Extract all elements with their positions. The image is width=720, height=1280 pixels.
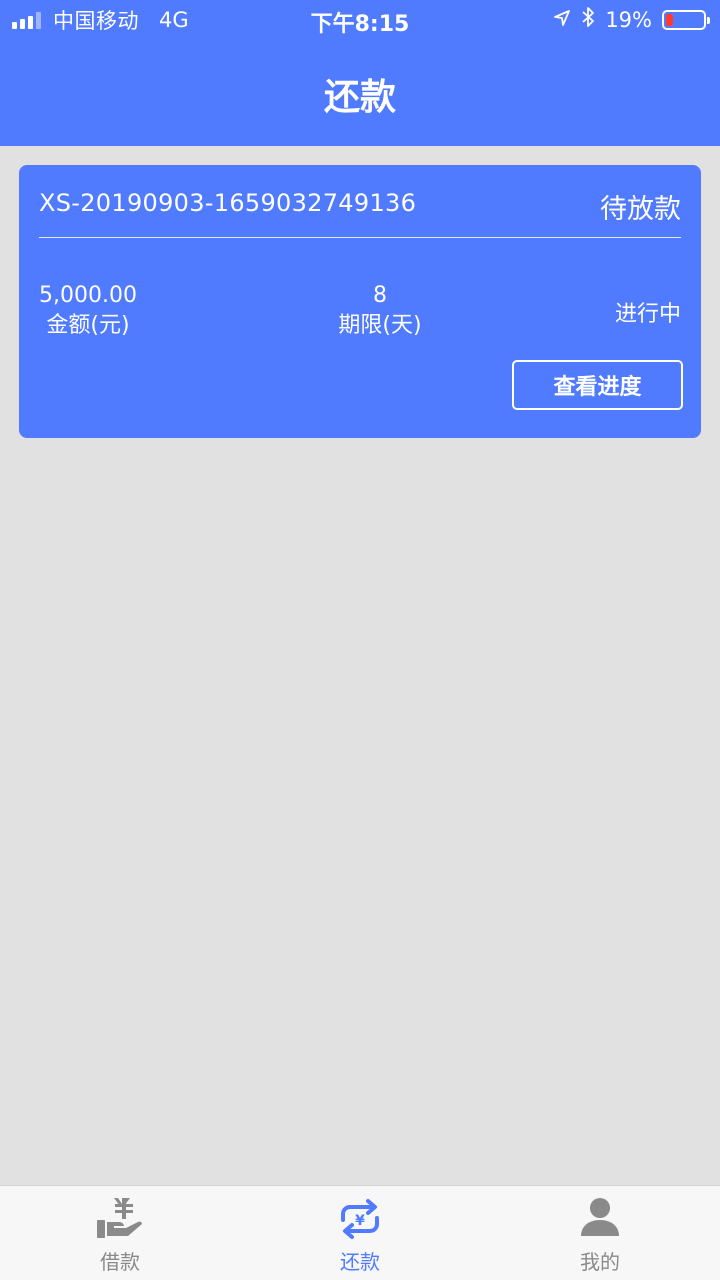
svg-text:¥: ¥ bbox=[355, 1213, 365, 1229]
battery-percent: 19% bbox=[605, 8, 652, 32]
term-value: 8 bbox=[373, 283, 387, 308]
bluetooth-icon bbox=[581, 6, 595, 34]
battery-icon bbox=[662, 10, 710, 30]
term-label: 期限(天) bbox=[338, 313, 422, 338]
status-bar: 中国移动 4G 下午8:15 19% bbox=[0, 0, 720, 40]
loan-status: 待放款 bbox=[600, 194, 681, 225]
status-right: 19% bbox=[553, 6, 710, 34]
battery-level bbox=[666, 14, 673, 26]
tab-repay[interactable]: ¥ 还款 bbox=[240, 1186, 480, 1280]
tab-bar: 借款 ¥ 还款 我的 bbox=[0, 1185, 720, 1280]
amount-metric: 5,000.00 金额(元) bbox=[39, 281, 137, 341]
screen: 中国移动 4G 下午8:15 19% 还款 XS-20190903-165903… bbox=[0, 0, 720, 1280]
repay-cycle-yen-icon: ¥ bbox=[335, 1196, 385, 1242]
location-arrow-icon bbox=[553, 8, 571, 33]
amount-value: 5,000.00 bbox=[39, 283, 137, 308]
tab-loan[interactable]: 借款 bbox=[0, 1186, 240, 1280]
term-metric: 8 期限(天) bbox=[325, 281, 435, 341]
tab-mine-label: 我的 bbox=[580, 1250, 620, 1274]
loan-card: XS-20190903-1659032749136 待放款 5,000.00 金… bbox=[19, 165, 701, 438]
tab-mine[interactable]: 我的 bbox=[480, 1186, 720, 1280]
tab-repay-label: 还款 bbox=[340, 1250, 380, 1274]
view-progress-button[interactable]: 查看进度 bbox=[512, 360, 683, 410]
progress-status: 进行中 bbox=[614, 302, 681, 327]
page-title: 还款 bbox=[323, 77, 396, 118]
card-divider bbox=[39, 237, 681, 238]
tab-loan-label: 借款 bbox=[100, 1250, 140, 1274]
loan-hand-yen-icon bbox=[95, 1196, 145, 1242]
top-bar: 中国移动 4G 下午8:15 19% 还款 bbox=[0, 0, 720, 146]
user-icon bbox=[575, 1196, 625, 1242]
amount-label: 金额(元) bbox=[46, 313, 130, 338]
order-number: XS-20190903-1659032749136 bbox=[39, 189, 417, 217]
